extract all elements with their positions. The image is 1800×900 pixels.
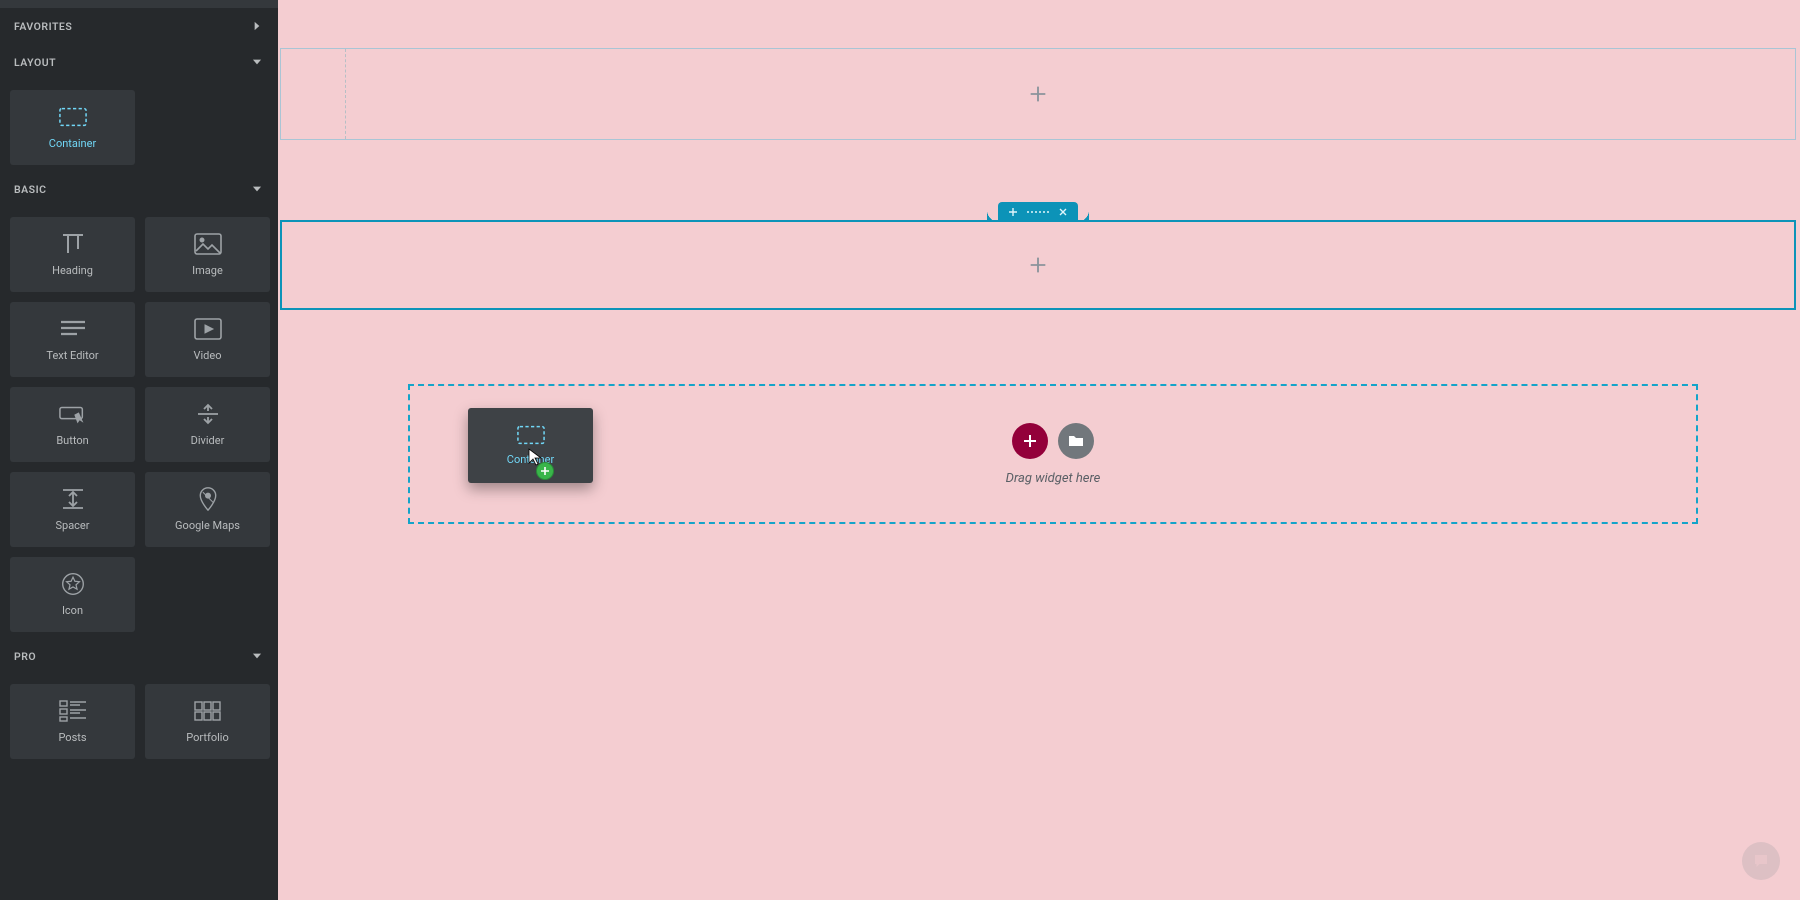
chevron-right-icon bbox=[250, 19, 264, 33]
widget-image[interactable]: Image bbox=[145, 217, 270, 292]
layout-widgets: Container bbox=[0, 80, 278, 171]
portfolio-icon bbox=[194, 699, 222, 723]
image-icon bbox=[194, 232, 222, 256]
category-favorites[interactable]: FAVORITES bbox=[0, 8, 278, 44]
widget-container[interactable]: Container bbox=[10, 90, 135, 165]
widget-label: Heading bbox=[52, 264, 93, 277]
add-section-icon[interactable] bbox=[1008, 207, 1018, 217]
add-template-button[interactable] bbox=[1058, 423, 1094, 459]
widget-label: Icon bbox=[62, 604, 83, 617]
widget-label: Button bbox=[56, 434, 88, 447]
drop-allowed-badge bbox=[536, 462, 554, 480]
container-toolbar bbox=[998, 202, 1078, 222]
widget-panel: FAVORITES LAYOUT Container BASIC Heading bbox=[0, 0, 278, 900]
sidebar-top-divider bbox=[0, 0, 278, 8]
close-icon[interactable] bbox=[1058, 207, 1068, 217]
widget-text-editor[interactable]: Text Editor bbox=[10, 302, 135, 377]
widget-label: Video bbox=[194, 349, 222, 362]
widget-spacer[interactable]: Spacer bbox=[10, 472, 135, 547]
category-label: FAVORITES bbox=[14, 20, 72, 33]
widget-label: Text Editor bbox=[46, 349, 98, 362]
widget-label: Container bbox=[49, 137, 96, 150]
widget-label: Portfolio bbox=[186, 731, 228, 744]
widget-label: Divider bbox=[191, 434, 225, 447]
add-widget-button[interactable] bbox=[1027, 254, 1049, 276]
widget-video[interactable]: Video bbox=[145, 302, 270, 377]
text-editor-icon bbox=[59, 317, 87, 341]
widget-label: Spacer bbox=[55, 519, 89, 532]
widget-posts[interactable]: Posts bbox=[10, 684, 135, 759]
widget-label: Google Maps bbox=[175, 519, 240, 532]
widget-label: Posts bbox=[58, 731, 86, 744]
posts-icon bbox=[59, 699, 87, 723]
drag-handle-icon[interactable] bbox=[1027, 211, 1049, 213]
category-layout[interactable]: LAYOUT bbox=[0, 44, 278, 80]
widget-divider[interactable]: Divider bbox=[145, 387, 270, 462]
category-label: PRO bbox=[14, 650, 36, 663]
drag-ghost-container: Container bbox=[468, 408, 593, 483]
add-section-button[interactable] bbox=[1012, 423, 1048, 459]
widget-icon[interactable]: Icon bbox=[10, 557, 135, 632]
folder-icon bbox=[1068, 433, 1084, 449]
chevron-down-icon bbox=[250, 55, 264, 69]
chevron-down-icon bbox=[250, 649, 264, 663]
basic-widgets: Heading Image Text Editor Video Button D… bbox=[0, 207, 278, 638]
drop-zone-text: Drag widget here bbox=[1006, 471, 1101, 486]
spacer-icon bbox=[59, 487, 87, 511]
widget-google-maps[interactable]: Google Maps bbox=[145, 472, 270, 547]
widget-button[interactable]: Button bbox=[10, 387, 135, 462]
container-1[interactable] bbox=[280, 48, 1796, 140]
category-basic[interactable]: BASIC bbox=[0, 171, 278, 207]
pro-widgets: Posts Portfolio bbox=[0, 674, 278, 765]
widget-portfolio[interactable]: Portfolio bbox=[145, 684, 270, 759]
video-icon bbox=[194, 317, 222, 341]
column-guide bbox=[345, 49, 346, 139]
chevron-down-icon bbox=[250, 182, 264, 196]
divider-icon bbox=[194, 402, 222, 426]
container-2-selected[interactable] bbox=[280, 220, 1796, 310]
widget-scroll[interactable]: FAVORITES LAYOUT Container BASIC Heading bbox=[0, 8, 278, 900]
container-icon bbox=[517, 425, 545, 445]
drop-zone-buttons bbox=[1012, 423, 1094, 459]
category-label: LAYOUT bbox=[14, 56, 56, 69]
heading-icon bbox=[59, 232, 87, 256]
editor-canvas[interactable]: Drag widget here Container bbox=[278, 0, 1800, 900]
category-label: BASIC bbox=[14, 183, 46, 196]
add-widget-button[interactable] bbox=[1027, 83, 1049, 105]
plus-icon bbox=[1022, 433, 1038, 449]
star-icon bbox=[59, 572, 87, 596]
help-button[interactable] bbox=[1742, 842, 1780, 880]
category-pro[interactable]: PRO bbox=[0, 638, 278, 674]
button-icon bbox=[59, 402, 87, 426]
map-pin-icon bbox=[194, 487, 222, 511]
new-section-drop-zone[interactable]: Drag widget here bbox=[408, 384, 1698, 524]
chat-icon bbox=[1752, 852, 1770, 870]
container-icon bbox=[59, 105, 87, 129]
widget-heading[interactable]: Heading bbox=[10, 217, 135, 292]
widget-label: Image bbox=[192, 264, 223, 277]
